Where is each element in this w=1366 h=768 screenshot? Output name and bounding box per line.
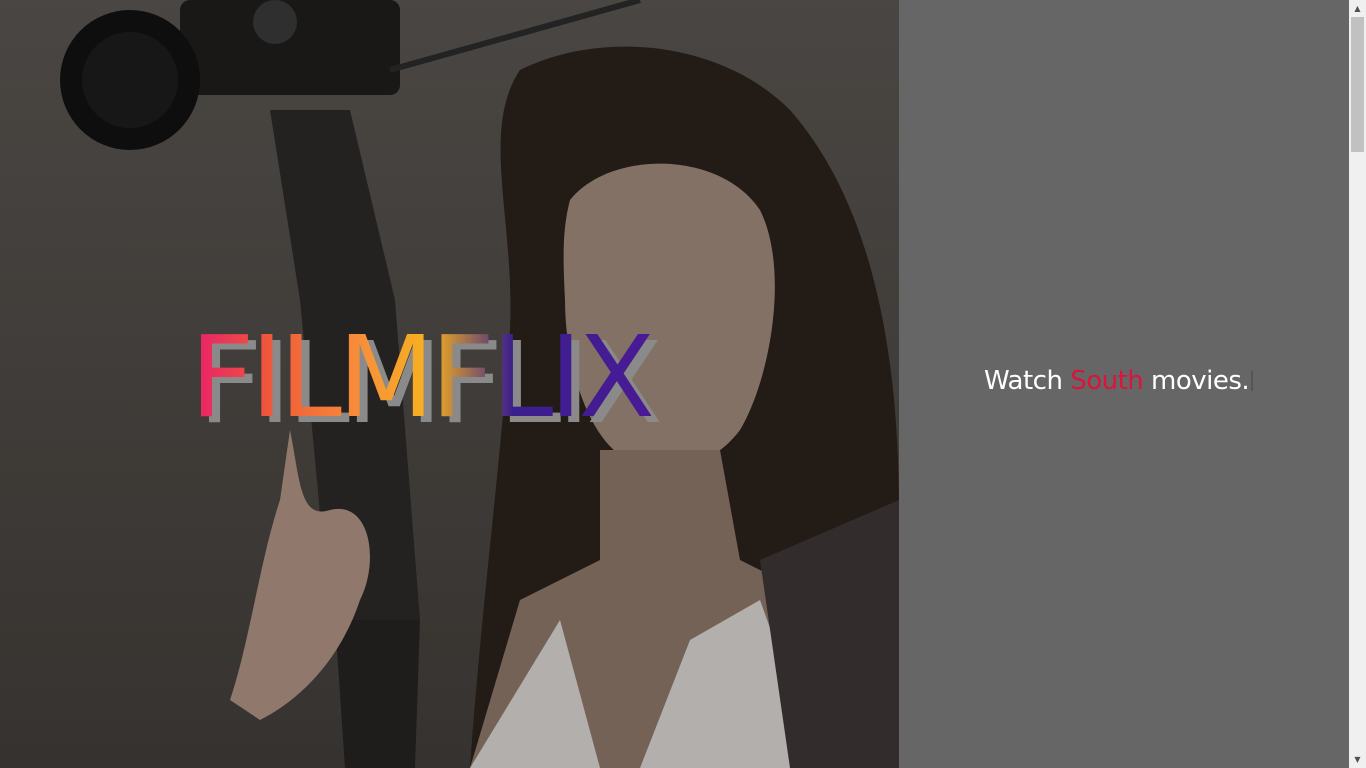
vertical-scrollbar[interactable]: ▲ ▼ — [1349, 0, 1366, 768]
landing-page: FILMFLIX FILMFLIX Watch South movies. ▲ … — [0, 0, 1366, 768]
tagline-prefix: Watch — [984, 366, 1063, 396]
triangle-down-icon[interactable]: ▼ — [1349, 751, 1366, 768]
brand-logo[interactable]: FILMFLIX FILMFLIX — [190, 313, 730, 444]
tagline-highlight: South — [1070, 366, 1144, 396]
scrollbar-thumb[interactable] — [1351, 17, 1364, 152]
triangle-up-icon[interactable]: ▲ — [1349, 0, 1366, 17]
tagline-panel: Watch South movies. — [899, 0, 1349, 768]
typing-caret — [1251, 371, 1254, 391]
tagline: Watch South movies. — [984, 366, 1254, 396]
brand-logo-text: FILMFLIX — [190, 313, 655, 443]
tagline-suffix: movies. — [1151, 366, 1250, 396]
hero-image: FILMFLIX FILMFLIX — [0, 0, 899, 768]
